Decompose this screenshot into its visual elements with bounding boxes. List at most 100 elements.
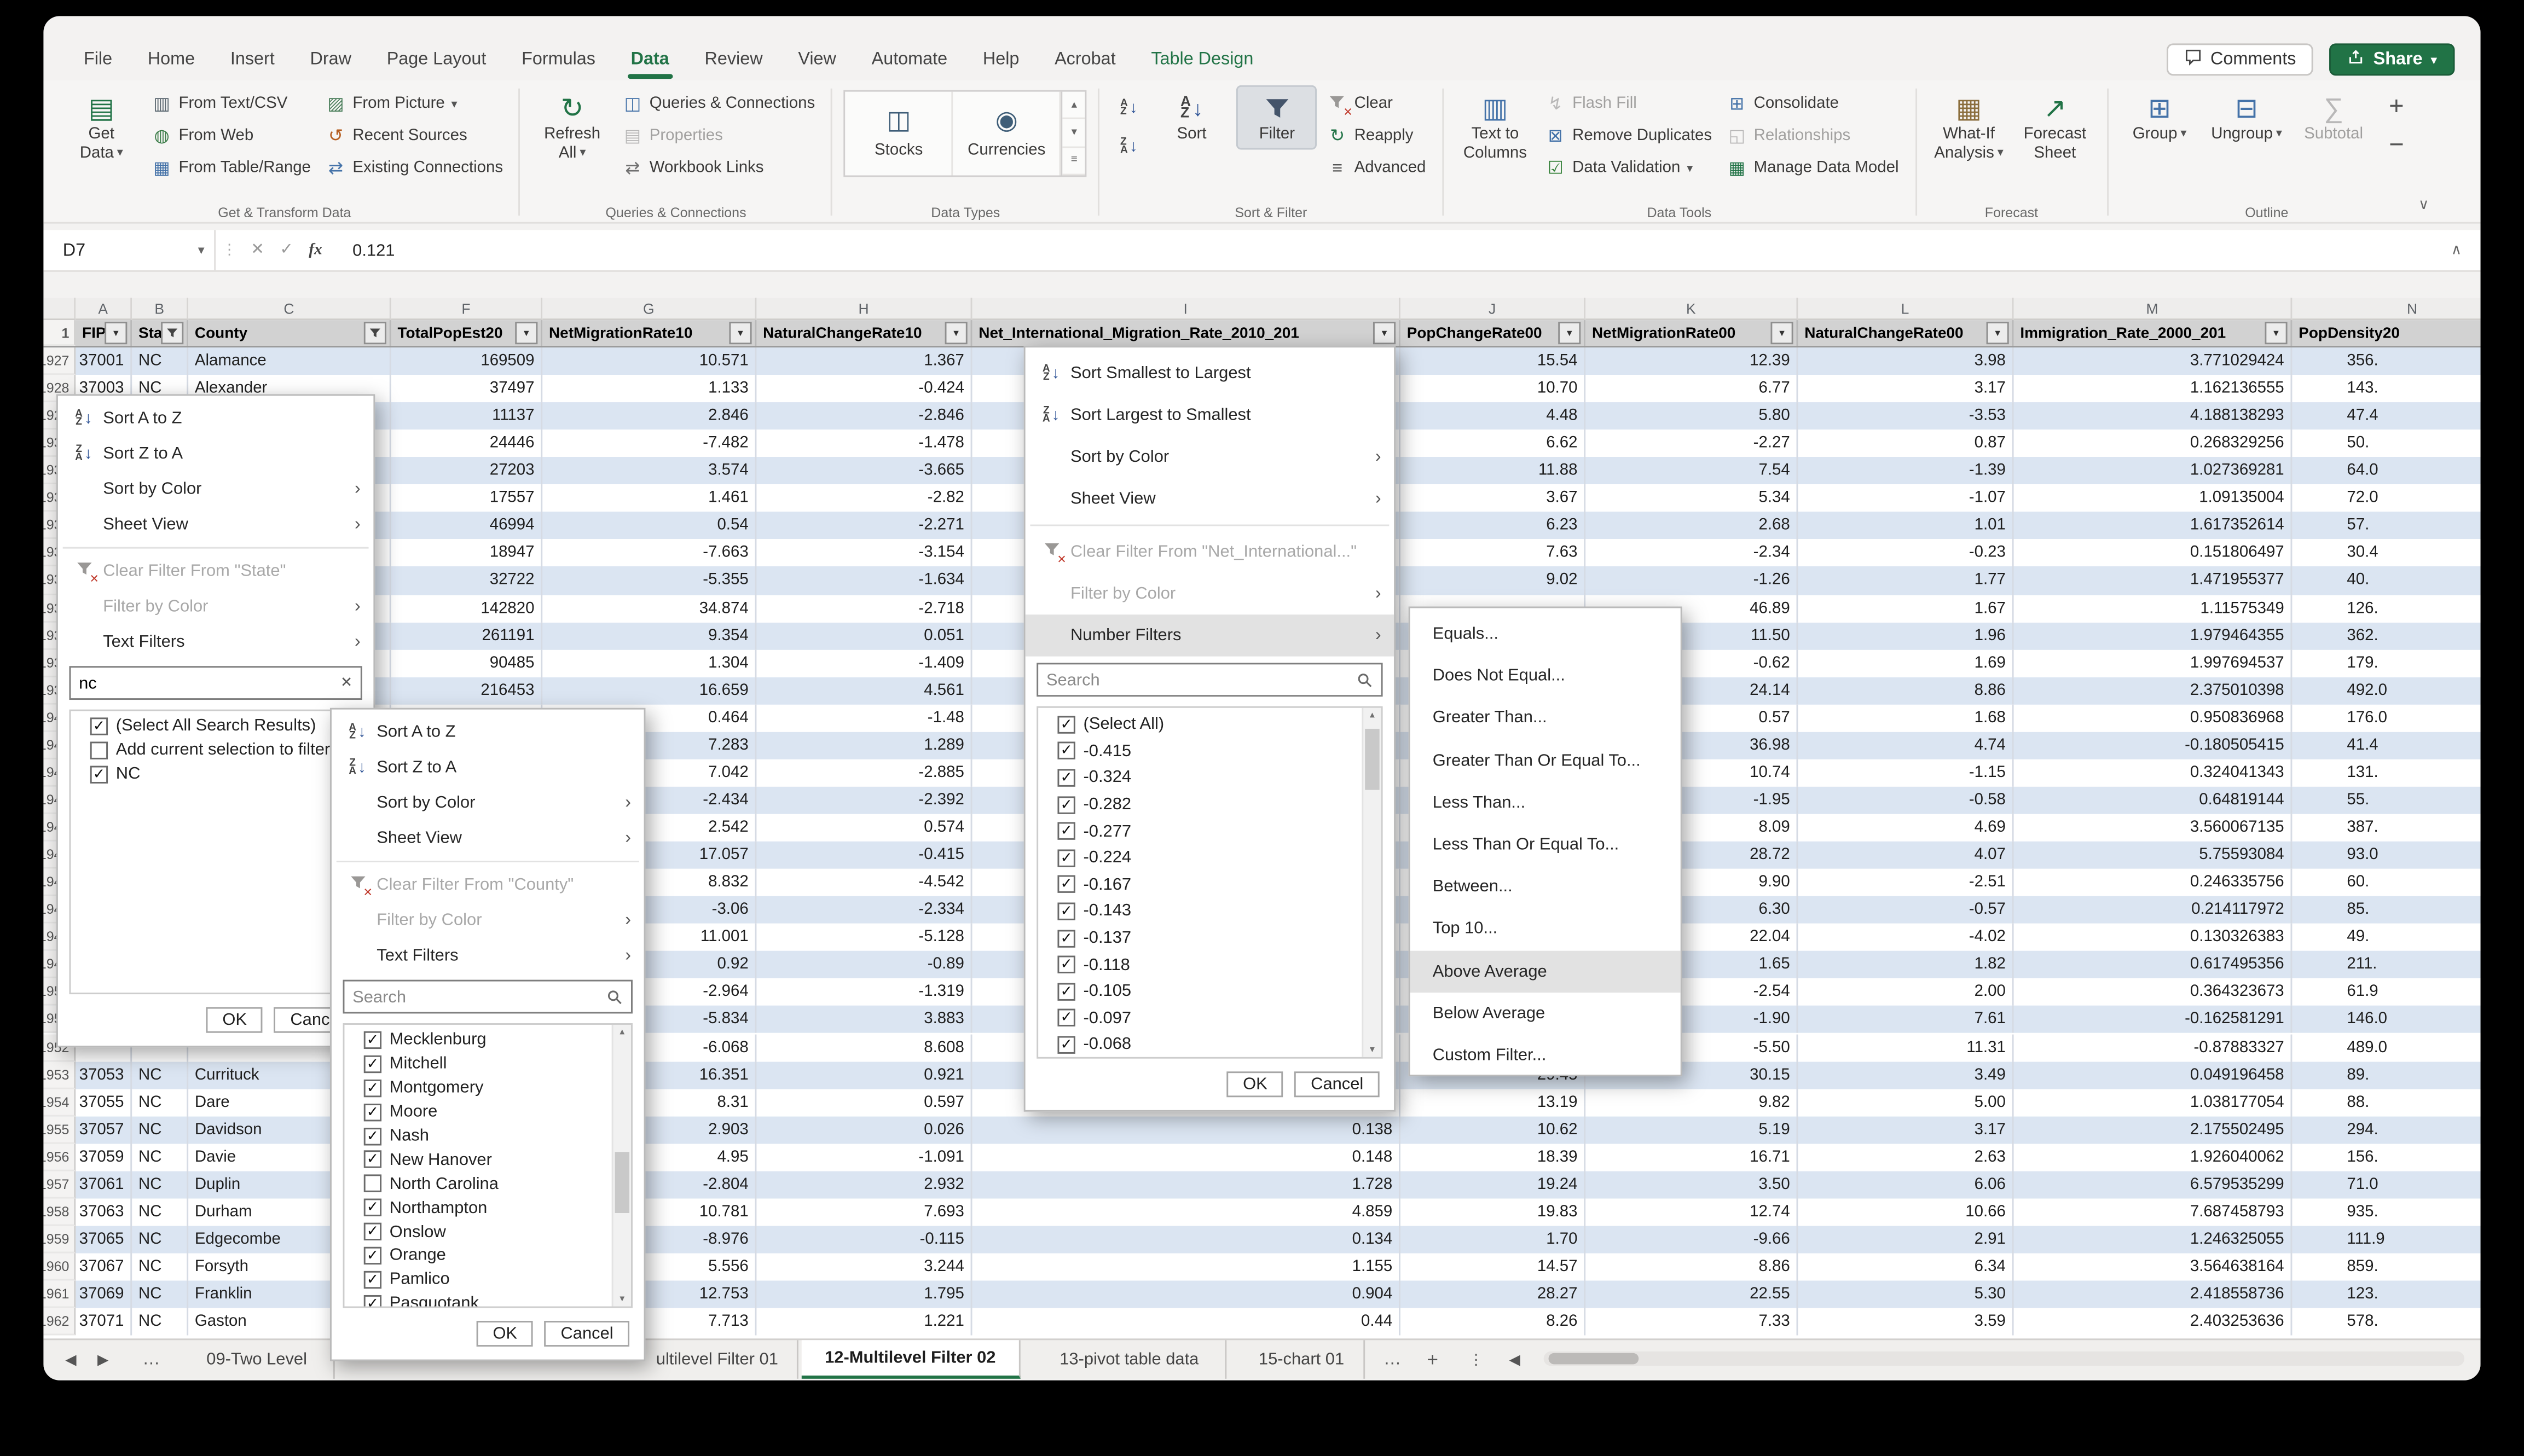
cell[interactable]: 1.155 xyxy=(972,1253,1400,1280)
checkbox-checked[interactable]: ✓ xyxy=(1057,902,1075,920)
cell[interactable]: -2.334 xyxy=(756,896,972,924)
checkbox-checked[interactable]: ✓ xyxy=(1057,822,1075,840)
ok-button[interactable]: OK xyxy=(1227,1071,1283,1097)
cell[interactable]: -1.634 xyxy=(756,567,972,594)
cell[interactable]: 6.23 xyxy=(1400,512,1585,540)
cell[interactable]: -1.26 xyxy=(1585,567,1798,594)
cell[interactable]: 11137 xyxy=(391,402,542,430)
cell[interactable]: -4.542 xyxy=(756,869,972,896)
cell[interactable]: -2.82 xyxy=(756,485,972,512)
filter-dropdown-icon[interactable]: ▾ xyxy=(2265,322,2287,344)
checkbox-unchecked[interactable] xyxy=(364,1175,381,1192)
cell[interactable]: 93.0 xyxy=(2292,842,2480,869)
cell[interactable]: 41.4 xyxy=(2292,732,2480,759)
filter-value-item[interactable]: ✓Mecklenburg xyxy=(344,1028,631,1052)
ribbon-tab-data[interactable]: Data xyxy=(613,43,687,76)
cell[interactable]: 3.560067135 xyxy=(2014,814,2293,842)
tab-splitter-icon[interactable]: ⋮ xyxy=(1467,1340,1486,1379)
cell[interactable]: 16.659 xyxy=(542,677,756,704)
cell[interactable]: 1.70 xyxy=(1400,1226,1585,1253)
table-header-naturalchangerate10[interactable]: NaturalChangeRate10▾ xyxy=(756,320,972,346)
cell[interactable]: -2.271 xyxy=(756,512,972,540)
cell[interactable]: 1.69 xyxy=(1798,649,2013,677)
row-header[interactable]: 1961 xyxy=(43,1281,76,1308)
checkbox-checked[interactable]: ✓ xyxy=(364,1247,381,1264)
cell[interactable]: 0.268329256 xyxy=(2014,430,2293,457)
cell[interactable]: 10.62 xyxy=(1400,1116,1585,1144)
cell[interactable]: 22.55 xyxy=(1585,1281,1798,1308)
from-text-csv-button[interactable]: ▥From Text/CSV xyxy=(147,89,316,119)
table-header-totalpopest20[interactable]: TotalPopEst20▾ xyxy=(391,320,542,346)
table-header-net-international-migration-rate-2010-201[interactable]: Net_International_Migration_Rate_2010_20… xyxy=(972,320,1400,346)
row-header[interactable]: 1955 xyxy=(43,1116,76,1144)
cell[interactable]: 2.846 xyxy=(542,402,756,430)
checkbox-checked[interactable]: ✓ xyxy=(1057,716,1075,733)
filter-value-item[interactable]: ✓Pamlico xyxy=(344,1268,631,1292)
cell[interactable]: 1.926040062 xyxy=(2014,1144,2293,1171)
cell[interactable]: 1.027369281 xyxy=(2014,457,2293,485)
share-button[interactable]: Share ▾ xyxy=(2330,43,2454,76)
ribbon-tab-home[interactable]: Home xyxy=(130,43,212,76)
checkbox-unchecked[interactable] xyxy=(90,741,108,759)
cell[interactable]: -2.885 xyxy=(756,759,972,787)
checkbox-checked[interactable]: ✓ xyxy=(1057,742,1075,760)
cell[interactable]: 37071 xyxy=(76,1308,132,1336)
row-header[interactable]: 1954 xyxy=(43,1088,76,1116)
cell[interactable]: -0.424 xyxy=(756,375,972,402)
relationships-button[interactable]: ◱Relationships xyxy=(1722,121,1904,152)
cell[interactable]: 32722 xyxy=(391,567,542,594)
cell[interactable]: 46994 xyxy=(391,512,542,540)
cell[interactable]: 2.91 xyxy=(1798,1226,2013,1253)
menu-item-sheet-view[interactable]: Sheet View› xyxy=(1026,478,1394,519)
cell[interactable]: 11.88 xyxy=(1400,457,1585,485)
refresh-all-button[interactable]: ↻RefreshAll▾ xyxy=(532,85,612,167)
checkbox-checked[interactable]: ✓ xyxy=(364,1295,381,1308)
cell[interactable]: 1.67 xyxy=(1798,595,2013,622)
checkbox-checked[interactable]: ✓ xyxy=(1057,849,1075,867)
filter-value-item[interactable]: ✓-0.224 xyxy=(1038,845,1381,872)
ribbon-collapse-icon[interactable]: ∨ xyxy=(2418,196,2429,214)
cell[interactable]: 131. xyxy=(2292,759,2480,787)
what-if-analysis-button[interactable]: ▦What-IfAnalysis▾ xyxy=(1927,85,2010,167)
show-detail-button[interactable]: + xyxy=(2378,90,2414,126)
column-header-i[interactable]: I xyxy=(972,298,1400,320)
cell[interactable]: 1.795 xyxy=(756,1281,972,1308)
cancel-button[interactable]: Cancel xyxy=(1295,1071,1380,1097)
cell[interactable]: 0.597 xyxy=(756,1088,972,1116)
cell[interactable]: NC xyxy=(132,1116,188,1144)
cell[interactable]: -9.66 xyxy=(1585,1226,1798,1253)
cell[interactable]: 2.375010398 xyxy=(2014,677,2293,704)
filter-value-item[interactable]: ✓-0.097 xyxy=(1038,1005,1381,1031)
ribbon-tab-acrobat[interactable]: Acrobat xyxy=(1037,43,1133,76)
filter-value-item[interactable]: ✓-0.068 xyxy=(1038,1031,1381,1058)
from-table-range-button[interactable]: ▦From Table/Range xyxy=(147,153,316,183)
menu-item-text-filters[interactable]: Text Filters› xyxy=(58,624,373,660)
gallery-up-icon[interactable]: ▴ xyxy=(1063,92,1085,120)
scrollbar[interactable]: ▴▾ xyxy=(1362,708,1381,1057)
cell[interactable]: 0.44 xyxy=(972,1308,1400,1336)
ribbon-tab-table-design[interactable]: Table Design xyxy=(1133,43,1271,76)
scroll-down-icon[interactable]: ▾ xyxy=(613,1293,631,1305)
cell[interactable]: 216453 xyxy=(391,677,542,704)
menu-item-clear-filter-from-county[interactable]: ✕Clear Filter From "County" xyxy=(332,867,644,903)
submenu-item-greater-than-or-equal-to[interactable]: Greater Than Or Equal To... xyxy=(1410,739,1681,781)
checkbox-checked[interactable]: ✓ xyxy=(90,717,108,735)
cell[interactable]: -0.89 xyxy=(756,952,972,979)
cell[interactable]: 143. xyxy=(2292,375,2480,402)
cell[interactable]: NC xyxy=(132,347,188,375)
cell[interactable]: 146.0 xyxy=(2292,1006,2480,1034)
column-header-n[interactable]: N xyxy=(2292,298,2480,320)
menu-item-sheet-view[interactable]: Sheet View› xyxy=(332,821,644,856)
cell[interactable]: 3.67 xyxy=(1400,485,1585,512)
cell[interactable]: 4.07 xyxy=(1798,842,2013,869)
clear-button[interactable]: ✕Clear xyxy=(1322,89,1431,119)
column-header-b[interactable]: B xyxy=(132,298,188,320)
cell[interactable]: 2.175502495 xyxy=(2014,1116,2293,1144)
menu-item-clear-filter-from-state[interactable]: ✕Clear Filter From "State" xyxy=(58,553,373,589)
cell[interactable]: 1.133 xyxy=(542,375,756,402)
cell[interactable]: 1.617352614 xyxy=(2014,512,2293,540)
cell[interactable]: NC xyxy=(132,1198,188,1226)
menu-item-sort-a-to-z[interactable]: AZ↓Sort A to Z xyxy=(58,401,373,436)
column-header-l[interactable]: L xyxy=(1798,298,2013,320)
filter-value-item[interactable]: ✓-0.167 xyxy=(1038,871,1381,898)
